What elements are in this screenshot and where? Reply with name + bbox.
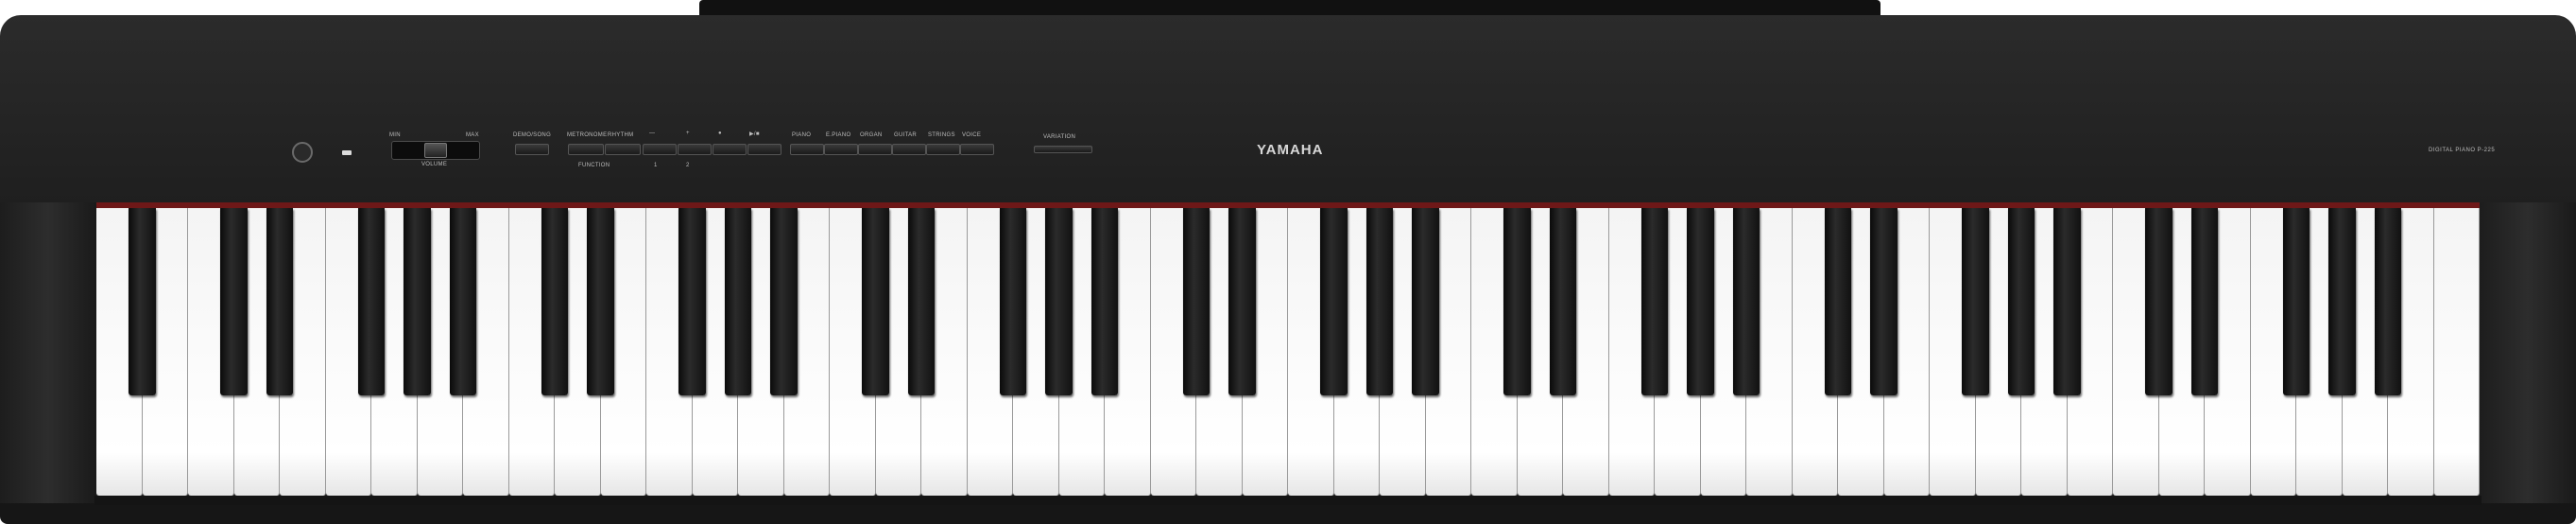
black-key[interactable] xyxy=(1640,208,1669,395)
black-key[interactable] xyxy=(1091,208,1119,395)
metronome-button[interactable] xyxy=(568,144,604,155)
digit-1-label: 1 xyxy=(654,163,658,168)
black-key[interactable] xyxy=(2145,208,2172,395)
black-key[interactable] xyxy=(2328,208,2356,395)
black-key[interactable] xyxy=(1687,208,1714,395)
black-key[interactable] xyxy=(1503,208,1531,395)
record-label: ● xyxy=(718,131,722,136)
black-key[interactable] xyxy=(1870,208,1898,395)
voice-label: E.PIANO xyxy=(826,132,851,138)
control-panel: MIN MAX VOLUME DEMO/SONG METRONOME RHYTH… xyxy=(0,15,2576,204)
black-key[interactable] xyxy=(2190,208,2219,395)
white-key[interactable] xyxy=(2433,208,2480,496)
black-key[interactable] xyxy=(220,208,248,395)
rhythm-button[interactable] xyxy=(605,144,641,155)
black-key[interactable] xyxy=(1824,208,1852,395)
voice-label: ORGAN xyxy=(860,132,883,138)
voice-label: VOICE xyxy=(962,132,982,138)
model-name: DIGITAL PIANO P-225 xyxy=(2429,148,2496,153)
demo-song-button[interactable] xyxy=(515,144,549,155)
black-key[interactable] xyxy=(862,208,889,395)
black-key[interactable] xyxy=(1549,208,1577,395)
front-lip xyxy=(94,496,2482,505)
black-key[interactable] xyxy=(1228,208,1256,395)
power-button[interactable] xyxy=(292,142,313,163)
black-key[interactable] xyxy=(1320,208,1348,395)
volume-slider-knob[interactable] xyxy=(424,143,447,158)
plus-label: + xyxy=(686,131,690,136)
black-key[interactable] xyxy=(724,208,752,395)
plus-button[interactable] xyxy=(678,144,712,155)
function-label: FUNCTION xyxy=(578,163,610,168)
volume-max-label: MAX xyxy=(466,132,479,138)
variation-button[interactable] xyxy=(1034,146,1092,153)
digit-2-label: 2 xyxy=(686,163,690,168)
play-stop-label: ▶/■ xyxy=(749,131,760,137)
digital-piano: MIN MAX VOLUME DEMO/SONG METRONOME RHYTH… xyxy=(0,0,2576,524)
black-key[interactable] xyxy=(2374,208,2402,395)
black-key[interactable] xyxy=(1365,208,1394,395)
voice-label: PIANO xyxy=(792,132,812,138)
variation-label: VARIATION xyxy=(1043,134,1076,140)
minus-button[interactable] xyxy=(643,144,677,155)
black-key[interactable] xyxy=(2007,208,2035,395)
voice-label: GUITAR xyxy=(894,132,918,138)
volume-slider[interactable] xyxy=(391,141,480,160)
rhythm-label: RHYTHM xyxy=(608,132,634,138)
right-end-block xyxy=(2480,202,2576,503)
black-key[interactable] xyxy=(266,208,294,395)
play-stop-button[interactable] xyxy=(747,144,781,155)
black-key[interactable] xyxy=(1732,208,1760,395)
black-key[interactable] xyxy=(770,208,798,395)
black-key[interactable] xyxy=(587,208,614,395)
volume-label: VOLUME xyxy=(421,162,448,167)
black-key[interactable] xyxy=(907,208,936,395)
metronome-label: METRONOME xyxy=(567,132,608,138)
black-key[interactable] xyxy=(541,208,569,395)
black-key[interactable] xyxy=(357,208,386,395)
black-key[interactable] xyxy=(2053,208,2081,395)
black-key[interactable] xyxy=(1182,208,1211,395)
black-key[interactable] xyxy=(999,208,1027,395)
yamaha-logo: YAMAHA xyxy=(1257,142,1324,158)
power-indicator xyxy=(342,150,352,155)
black-key[interactable] xyxy=(449,208,477,395)
black-key[interactable] xyxy=(1962,208,1989,395)
minus-label: — xyxy=(649,131,656,136)
voice-label: STRINGS xyxy=(928,132,955,138)
voice-button[interactable] xyxy=(858,144,892,155)
voice-button[interactable] xyxy=(960,144,994,155)
black-key[interactable] xyxy=(1045,208,1073,395)
voice-button[interactable] xyxy=(892,144,926,155)
black-key[interactable] xyxy=(1412,208,1439,395)
black-key[interactable] xyxy=(678,208,706,395)
record-button[interactable] xyxy=(713,144,747,155)
keyboard xyxy=(96,208,2480,496)
volume-min-label: MIN xyxy=(389,132,401,138)
black-key[interactable] xyxy=(2282,208,2310,395)
voice-button[interactable] xyxy=(926,144,960,155)
black-key[interactable] xyxy=(129,208,156,395)
black-key[interactable] xyxy=(404,208,431,395)
voice-button[interactable] xyxy=(824,144,858,155)
demo-song-label: DEMO/SONG xyxy=(513,132,552,138)
voice-button[interactable] xyxy=(790,144,824,155)
left-end-block xyxy=(0,202,96,503)
